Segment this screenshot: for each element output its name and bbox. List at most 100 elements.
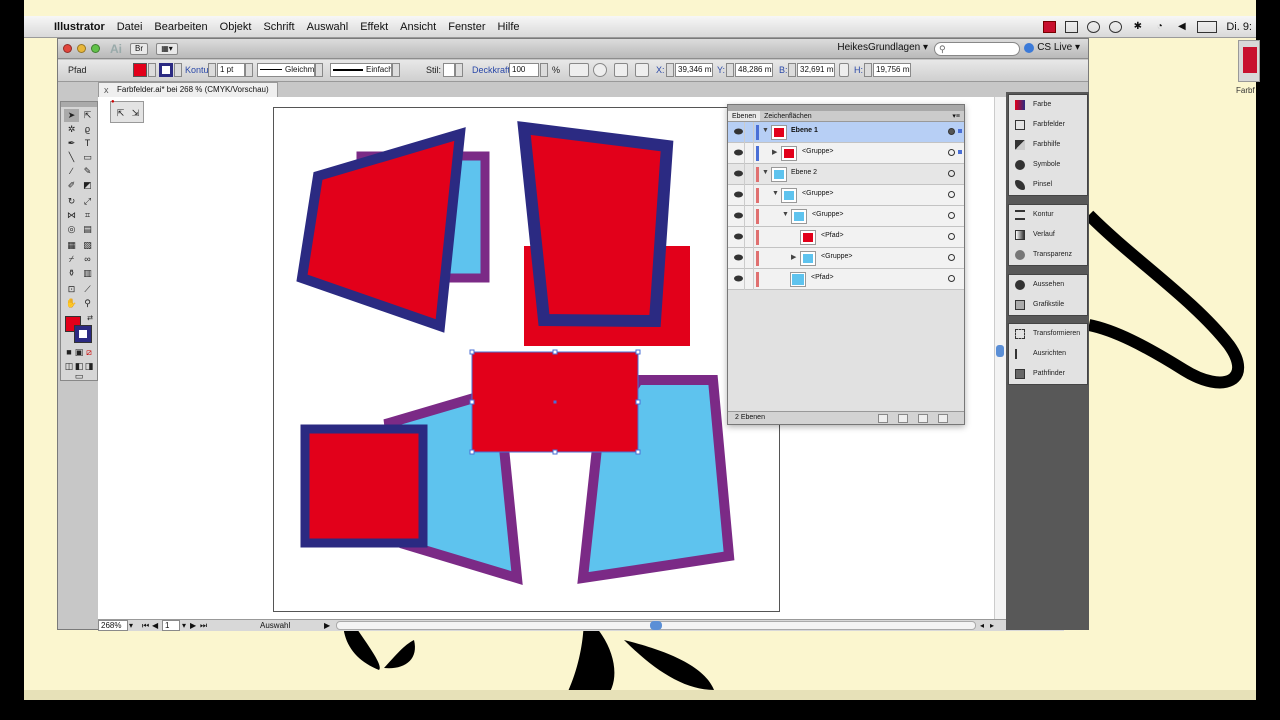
align-icon[interactable] <box>614 63 628 77</box>
collapse-triangle-icon[interactable]: ▶ <box>772 148 777 156</box>
height-field[interactable]: 19,756 mm <box>873 63 911 77</box>
width-stepper[interactable] <box>788 63 796 77</box>
height-stepper[interactable] <box>864 63 872 77</box>
dock-item-transformieren[interactable]: Transformieren <box>1009 324 1087 344</box>
visibility-eye-icon[interactable] <box>734 149 743 156</box>
layer-name[interactable]: <Gruppe> <box>821 253 853 260</box>
layer-row-gruppe[interactable]: ▶ <Gruppe> <box>728 248 964 269</box>
stroke-color-box[interactable] <box>74 325 92 343</box>
next-artboard-icon[interactable]: ▶ <box>190 620 196 631</box>
blob-brush-tool-icon[interactable]: ✐ <box>64 179 79 192</box>
sync-icon[interactable] <box>1109 20 1123 33</box>
make-clipping-mask-icon[interactable] <box>898 414 908 423</box>
expand-triangle-icon[interactable]: ▼ <box>772 190 779 197</box>
select-similar-icon[interactable] <box>569 63 589 77</box>
wifi-icon[interactable]: ◔ <box>1153 21 1166 33</box>
dock-item-grafikstile[interactable]: Grafikstile <box>1009 295 1087 315</box>
x-label[interactable]: X: <box>656 63 665 77</box>
menu-schrift[interactable]: Schrift <box>257 21 300 33</box>
shape-builder-tool-icon[interactable]: ◎ <box>64 223 79 236</box>
red-trapezoid-top-right[interactable] <box>517 121 674 328</box>
visibility-eye-icon[interactable] <box>734 233 743 240</box>
y-stepper[interactable] <box>726 63 734 77</box>
expand-triangle-icon[interactable]: ▼ <box>762 169 769 176</box>
layer-name[interactable]: Ebene 2 <box>791 169 817 176</box>
x-field[interactable]: 39,346 mm <box>675 63 713 77</box>
arrange-documents-button[interactable]: ▦▾ <box>156 42 178 55</box>
layer-row-ebene-2[interactable]: ▼ Ebene 2 <box>728 164 964 185</box>
transform-reference-icon[interactable] <box>635 63 649 77</box>
visibility-eye-icon[interactable] <box>734 275 743 282</box>
profile-dropdown[interactable] <box>315 63 323 77</box>
flyout-direct-selection-icon[interactable]: ⇱ <box>113 107 128 120</box>
target-circle-icon[interactable] <box>948 212 955 219</box>
x-stepper[interactable] <box>666 63 674 77</box>
constrain-proportions-icon[interactable] <box>839 63 849 77</box>
locate-object-icon[interactable] <box>878 414 888 423</box>
lock-toggle[interactable] <box>744 143 754 164</box>
layer-name[interactable]: Ebene 1 <box>791 127 818 134</box>
selection-indicator[interactable] <box>958 150 962 154</box>
dock-item-farbfelder[interactable]: Farbfelder <box>1009 115 1087 135</box>
gradient-tool-icon[interactable]: ▧ <box>80 239 95 252</box>
tools-panel-grip[interactable] <box>61 102 97 107</box>
opacity-dropdown[interactable] <box>540 63 548 77</box>
slice-tool-icon[interactable]: ⟋ <box>80 283 95 296</box>
layer-row-pfad[interactable]: <Pfad> <box>728 269 964 290</box>
symbol-sprayer-tool-icon[interactable]: ⚱ <box>64 267 79 280</box>
lock-toggle[interactable] <box>744 269 754 290</box>
screen-mode-icon[interactable]: ▭ <box>70 370 88 383</box>
horizontal-scroll-thumb[interactable] <box>650 621 662 630</box>
menu-datei[interactable]: Datei <box>111 21 149 33</box>
dock-item-farbhilfe[interactable]: Farbhilfe <box>1009 135 1087 155</box>
artboard[interactable] <box>273 107 780 612</box>
opacity-field[interactable]: 100 <box>509 63 539 77</box>
menu-app-illustrator[interactable]: Illustrator <box>50 21 111 33</box>
menu-objekt[interactable]: Objekt <box>214 21 258 33</box>
lock-toggle[interactable] <box>744 164 754 185</box>
expand-triangle-icon[interactable]: ▼ <box>782 211 789 218</box>
layer-row-pfad[interactable]: <Pfad> <box>728 227 964 248</box>
type-tool-icon[interactable]: T <box>80 137 95 150</box>
red-square-bottom-left[interactable] <box>300 424 428 548</box>
layer-name[interactable]: <Gruppe> <box>812 211 844 218</box>
fill-dropdown[interactable] <box>148 63 156 77</box>
width-field[interactable]: 32,691 mm <box>797 63 835 77</box>
search-field[interactable]: ⚲ <box>934 42 1020 56</box>
menu-effekt[interactable]: Effekt <box>354 21 394 33</box>
new-sublayer-icon[interactable] <box>918 414 928 423</box>
desktop-file-icon[interactable] <box>1238 40 1260 82</box>
visibility-eye-icon[interactable] <box>734 170 743 177</box>
stroke-weight-stepper[interactable] <box>208 63 216 77</box>
height-label[interactable]: H: <box>854 63 863 77</box>
stroke-weight-dropdown[interactable] <box>245 63 253 77</box>
delete-layer-icon[interactable] <box>938 414 948 423</box>
cs-live-button[interactable]: CS Live ▾ <box>1024 42 1080 53</box>
visibility-eye-icon[interactable] <box>734 212 743 219</box>
eyedropper-tool-icon[interactable]: ⌿ <box>64 253 79 266</box>
paintbrush-tool-icon[interactable]: ∕ <box>64 165 79 178</box>
pencil-tool-icon[interactable]: ✎ <box>80 165 95 178</box>
column-graph-tool-icon[interactable]: ▥ <box>80 267 95 280</box>
menu-ansicht[interactable]: Ansicht <box>394 21 442 33</box>
artboard-tool-icon[interactable]: ⊡ <box>64 283 79 296</box>
menubar-clock[interactable]: Di. 9: <box>1226 21 1252 33</box>
zoom-tool-icon[interactable]: ⚲ <box>80 297 95 310</box>
brush-definition[interactable]: Einfach <box>330 63 392 77</box>
time-machine-icon[interactable] <box>1087 20 1101 33</box>
target-circle-icon[interactable] <box>948 254 955 261</box>
collapse-triangle-icon[interactable]: ▶ <box>791 253 796 261</box>
scroll-left-icon[interactable]: ◂ <box>980 620 984 631</box>
bluetooth-icon[interactable]: ✱ <box>1131 21 1144 33</box>
layer-name[interactable]: <Pfad> <box>821 232 844 239</box>
line-tool-icon[interactable]: ╲ <box>64 151 79 164</box>
menu-bearbeiten[interactable]: Bearbeiten <box>148 21 213 33</box>
layer-name[interactable]: <Gruppe> <box>802 148 834 155</box>
prev-artboard-icon[interactable]: ◀ <box>152 620 158 631</box>
status-text[interactable]: Auswahl <box>260 620 290 631</box>
menu-auswahl[interactable]: Auswahl <box>301 21 355 33</box>
style-dropdown[interactable] <box>455 63 463 77</box>
dock-item-pathfinder[interactable]: Pathfinder <box>1009 364 1087 384</box>
selection-tool-icon[interactable]: ➤ <box>64 109 79 122</box>
target-circle-icon[interactable] <box>948 233 955 240</box>
